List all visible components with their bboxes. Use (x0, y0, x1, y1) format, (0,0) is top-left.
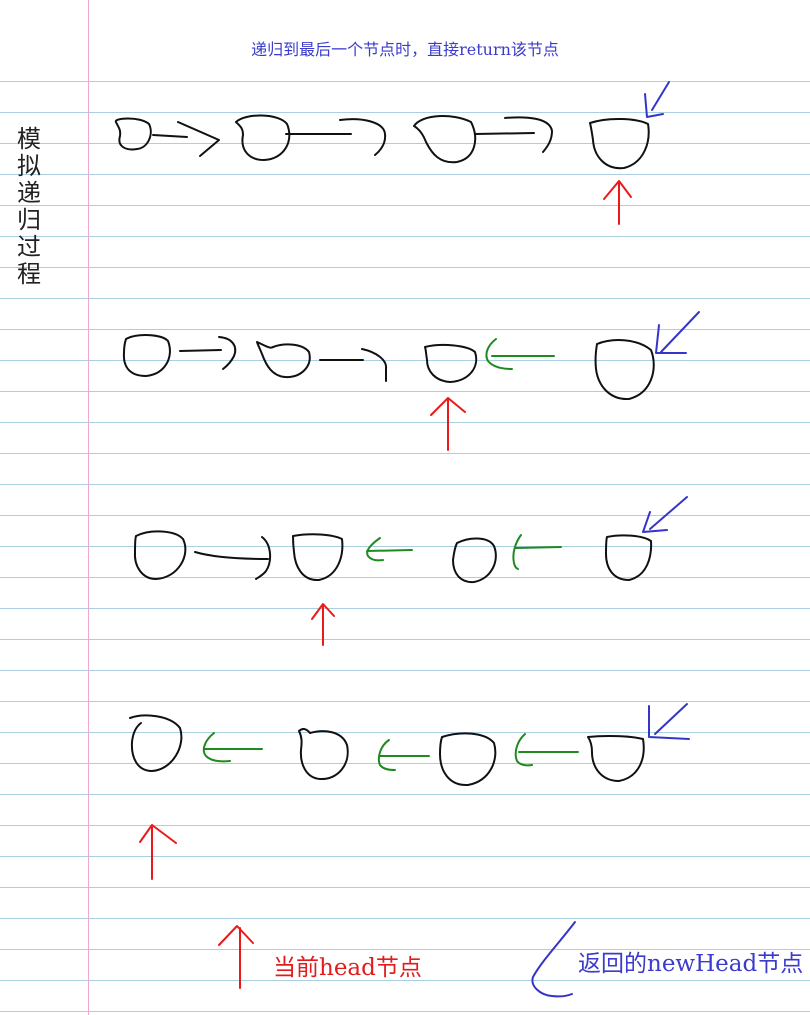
node-1 (122, 334, 171, 377)
link-forward-1 (152, 121, 220, 157)
notebook-page: 递归到最后一个节点时，直接return该节点 模拟递归过程 当前head节点 返… (0, 0, 810, 1015)
legend-blue-mark (531, 921, 576, 998)
node-4 (589, 118, 650, 170)
node-1 (133, 530, 187, 580)
node-1 (129, 714, 183, 772)
current-head-arrow (603, 180, 632, 225)
new-head-marker (655, 311, 700, 354)
node-4 (594, 339, 655, 401)
legend-current-head: 当前head节点 (273, 955, 422, 981)
current-head-arrow (139, 824, 177, 880)
node-3 (413, 115, 477, 164)
link-backward-3 (485, 338, 555, 370)
link-backward-3 (514, 733, 579, 767)
node-2 (292, 533, 344, 582)
link-backward-2 (377, 739, 430, 771)
current-head-arrow (311, 603, 335, 646)
recursion-diagram (114, 81, 700, 998)
link-forward-1 (194, 536, 272, 580)
node-2 (298, 727, 349, 781)
node-3 (439, 732, 497, 787)
node-4 (605, 534, 653, 581)
link-backward-2 (366, 537, 413, 562)
node-1 (114, 117, 152, 151)
new-head-marker (644, 81, 670, 118)
step-3 (133, 496, 688, 646)
new-head-marker (642, 496, 688, 533)
node-4 (587, 734, 645, 782)
link-forward-1 (179, 336, 237, 370)
legend-new-head: 返回的newHead节点 (578, 951, 804, 977)
link-forward-2 (285, 118, 387, 156)
current-head-arrow (430, 397, 466, 451)
link-backward-1 (202, 732, 263, 763)
link-forward-2 (319, 348, 388, 382)
link-forward-3 (474, 116, 553, 153)
node-3 (452, 537, 497, 584)
link-backward-3 (512, 534, 562, 570)
step-4 (129, 703, 690, 880)
step-2 (122, 311, 700, 451)
legend-red-arrow (218, 925, 254, 989)
step-1 (114, 81, 670, 225)
node-2 (235, 114, 291, 161)
node-3 (424, 343, 478, 383)
node-2 (256, 341, 311, 379)
new-head-marker (648, 703, 690, 740)
